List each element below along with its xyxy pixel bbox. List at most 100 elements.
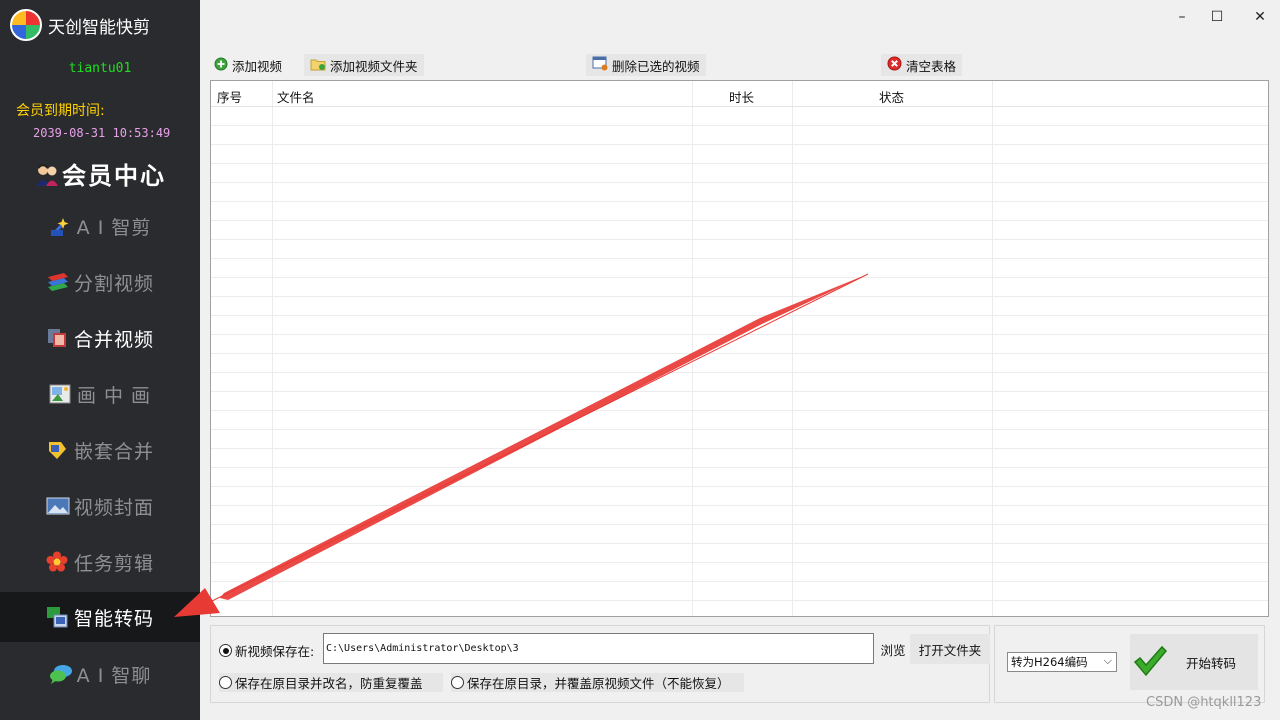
- sidebar-item-split-video[interactable]: 分割视频: [0, 257, 200, 307]
- sidebar-item-pip[interactable]: 画 中 画: [0, 369, 200, 419]
- table-row-line: [211, 315, 1268, 316]
- sidebar-item-ai-edit[interactable]: A I 智剪: [0, 201, 200, 251]
- table-row-line: [211, 524, 1268, 525]
- save-path-input[interactable]: [323, 633, 874, 664]
- column-header-index[interactable]: 序号: [217, 87, 242, 106]
- sidebar-item-label: A I 智聊: [76, 664, 152, 687]
- table-row-line: [211, 258, 1268, 259]
- table-row-line: [211, 163, 1268, 164]
- browse-button[interactable]: 浏览: [876, 638, 910, 660]
- table-row-line: [211, 391, 1268, 392]
- encode-format-value: 转为H264编码: [1011, 655, 1088, 669]
- sidebar-item-vip-center[interactable]: 会员中心: [0, 148, 200, 198]
- folder-add-icon: [310, 57, 326, 74]
- merge-video-icon: [46, 327, 68, 349]
- sidebar-item-nested-merge[interactable]: 嵌套合并: [0, 425, 200, 475]
- minimize-button[interactable]: –: [1162, 6, 1202, 28]
- column-divider: [272, 81, 273, 616]
- table-row-line: [211, 505, 1268, 506]
- add-folder-button[interactable]: 添加视频文件夹: [304, 54, 424, 76]
- ai-magic-icon: [49, 215, 71, 237]
- sidebar-item-label: 视频封面: [73, 496, 154, 519]
- column-header-status[interactable]: 状态: [879, 87, 904, 106]
- table-row-line: [211, 600, 1268, 601]
- sidebar-item-merge-video[interactable]: 合并视频: [0, 313, 200, 363]
- delete-window-icon: [592, 56, 608, 74]
- sidebar-item-label: 会员中心: [62, 160, 166, 190]
- table-row-line: [211, 562, 1268, 563]
- vip-users-icon: [34, 162, 58, 186]
- table-row-line: [211, 353, 1268, 354]
- radio-unselected-indicator: [451, 676, 464, 689]
- add-circle-icon: [214, 57, 228, 74]
- delete-selected-label: 删除已选的视频: [612, 58, 700, 74]
- table-row-line: [211, 277, 1268, 278]
- video-table[interactable]: 序号 文件名 时长 状态: [210, 80, 1269, 617]
- table-row-line: [211, 334, 1268, 335]
- overwrite-radio[interactable]: 保存在原目录，并覆盖原视频文件（不能恢复）: [451, 673, 744, 692]
- table-row-line: [211, 220, 1268, 221]
- table-row-line: [211, 201, 1268, 202]
- transcode-icon: [46, 606, 68, 628]
- table-row-line: [211, 410, 1268, 411]
- split-layers-icon: [46, 271, 68, 293]
- close-button[interactable]: ✕: [1240, 6, 1280, 28]
- column-header-filename[interactable]: 文件名: [277, 87, 315, 106]
- rename-save-radio[interactable]: 保存在原目录并改名，防重复覆盖: [219, 673, 443, 692]
- sidebar-item-ai-chat[interactable]: A I 智聊: [0, 649, 200, 699]
- radio-selected-indicator: [219, 644, 232, 657]
- sidebar-item-smart-transcode[interactable]: 智能转码: [0, 592, 200, 642]
- sidebar-item-label: 画 中 画: [76, 384, 152, 407]
- clear-red-x-icon: [887, 56, 902, 74]
- table-header: 序号 文件名 时长 状态: [211, 81, 1268, 107]
- clear-table-button[interactable]: 清空表格: [881, 54, 963, 76]
- table-row-line: [211, 543, 1268, 544]
- nested-merge-icon: [46, 439, 68, 461]
- video-cover-icon: [46, 495, 70, 517]
- new-save-radio[interactable]: 新视频保存在:: [219, 641, 314, 660]
- username: tiantu01: [68, 61, 132, 76]
- add-video-button[interactable]: 添加视频: [208, 54, 288, 76]
- table-row-line: [211, 125, 1268, 126]
- maximize-button[interactable]: ☐: [1197, 6, 1237, 28]
- overwrite-label: 保存在原目录，并覆盖原视频文件（不能恢复）: [467, 676, 730, 691]
- column-divider: [792, 81, 793, 616]
- green-checkmark-icon: [1132, 644, 1168, 681]
- sidebar-item-label: 智能转码: [73, 607, 154, 630]
- app-name: 天创智能快剪: [48, 17, 150, 38]
- add-video-label: 添加视频: [232, 58, 283, 74]
- add-folder-label: 添加视频文件夹: [330, 58, 418, 74]
- delete-selected-button[interactable]: 删除已选的视频: [586, 54, 706, 76]
- encode-format-select[interactable]: 转为H264编码 ⌵: [1007, 652, 1117, 672]
- sidebar-item-label: 分割视频: [73, 272, 154, 295]
- open-folder-button[interactable]: 打开文件夹: [910, 634, 990, 664]
- app-title: 天创智能快剪: [10, 8, 150, 42]
- sidebar-item-label: 合并视频: [73, 328, 154, 351]
- start-transcode-label: 开始转码: [1186, 655, 1237, 671]
- app-logo-icon: [10, 9, 42, 41]
- table-row-line: [211, 467, 1268, 468]
- task-flower-icon: [46, 551, 68, 573]
- expiry-value: 2039-08-31 10:53:49: [33, 126, 171, 140]
- table-row-line: [211, 429, 1268, 430]
- radio-unselected-indicator: [219, 676, 232, 689]
- chat-bubbles-icon: [49, 663, 72, 685]
- sidebar: 天创智能快剪 tiantu01 会员到期时间: 2039-08-31 10:53…: [0, 0, 200, 720]
- table-row-line: [211, 182, 1268, 183]
- new-save-label: 新视频保存在:: [235, 644, 315, 659]
- column-divider: [692, 81, 693, 616]
- clear-table-label: 清空表格: [906, 58, 957, 74]
- start-transcode-button[interactable]: 开始转码: [1130, 634, 1258, 690]
- expiry-label: 会员到期时间:: [16, 103, 105, 119]
- sidebar-item-video-cover[interactable]: 视频封面: [0, 481, 200, 531]
- column-header-duration[interactable]: 时长: [729, 87, 754, 106]
- table-row-line: [211, 486, 1268, 487]
- sidebar-item-task-edit[interactable]: 任务剪辑: [0, 537, 200, 587]
- column-divider: [992, 81, 993, 616]
- watermark: CSDN @htqkll123: [1146, 695, 1262, 710]
- table-row-line: [211, 372, 1268, 373]
- table-row-line: [211, 144, 1268, 145]
- sidebar-item-label: A I 智剪: [76, 216, 152, 239]
- sidebar-item-label: 嵌套合并: [73, 440, 154, 463]
- chevron-down-icon: ⌵: [1103, 654, 1112, 667]
